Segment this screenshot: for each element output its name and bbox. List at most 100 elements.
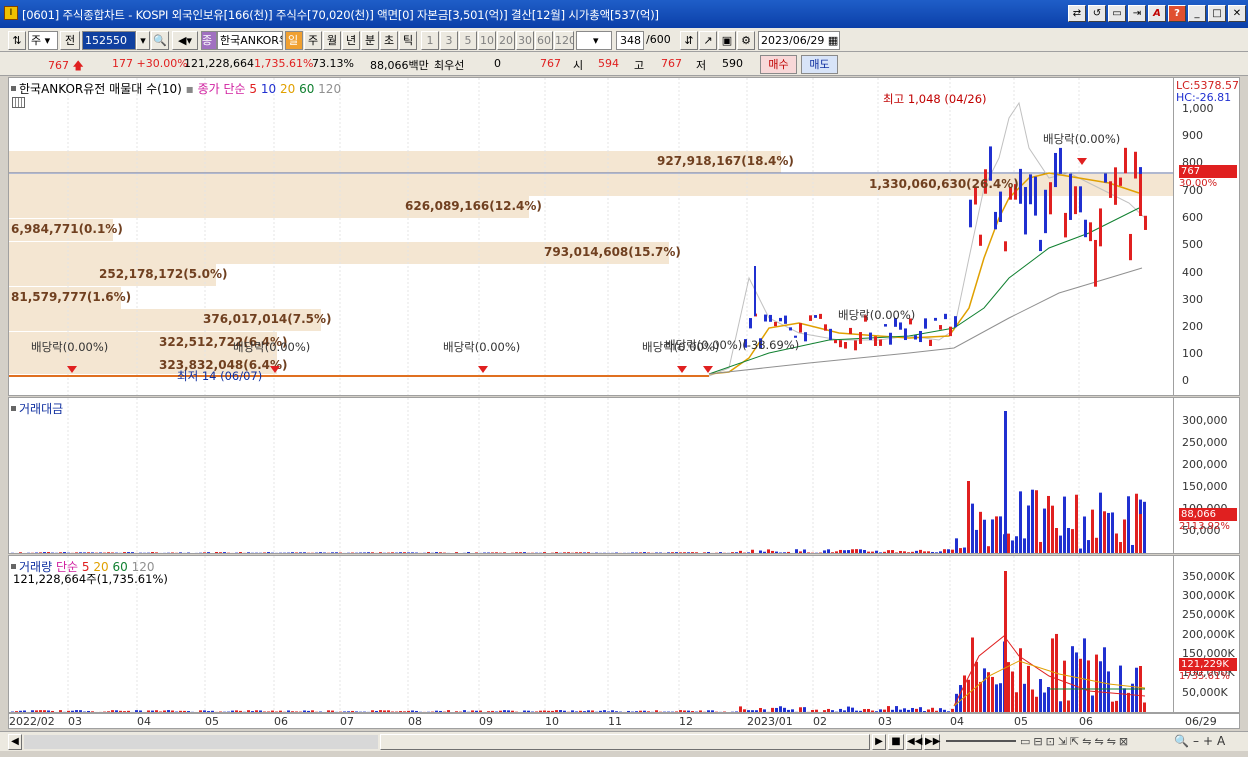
chart-tools-icons[interactable]: ▭⊟⊡⇲⇱⇋⇋⇋⊠ [1020,735,1131,748]
scroll-right-button[interactable]: ▶ [872,734,886,750]
volume-profile-label: 376,017,014(7.5%) [203,312,332,326]
period-tick-tab[interactable]: 틱 [399,31,417,50]
candle [819,313,822,319]
volume-bar [895,706,898,712]
amount-bar [575,552,578,553]
time-label: 02 [813,715,827,728]
bar-count-input[interactable]: 348 [616,31,644,50]
zoom-icons[interactable]: 🔍–+A [1174,734,1229,748]
stock-name-field[interactable]: 한국ANKOR유 [217,31,283,50]
scroll-track[interactable] [24,735,378,749]
amount-bar [67,552,70,553]
chart-menu-icon[interactable]: ⇅ [8,31,26,50]
amount-bar [587,552,590,553]
close-button[interactable]: ✕ [1228,5,1246,22]
amount-bar [83,552,86,553]
sell-button[interactable]: 매도 [801,55,838,74]
minimize-button[interactable]: _ [1188,5,1206,22]
interval-60[interactable]: 60 [535,31,553,50]
maximize-button[interactable]: □ [1208,5,1226,22]
refresh-button[interactable]: ↺ [1088,5,1106,22]
interval-120[interactable]: 120 [554,31,574,50]
amount-bar [583,552,586,553]
scroll-thumb[interactable] [380,734,870,750]
volume-ylabel: 350,000K [1182,570,1235,583]
volume-axis: 350,000K 300,000K 250,000K 200,000K 150,… [1174,555,1240,713]
amount-bar [1083,516,1086,553]
layout-button[interactable]: ▭ [1108,5,1126,22]
speaker-icon[interactable]: ◀▾ [172,31,198,50]
candle [1024,187,1027,235]
amount-panel[interactable]: 거래대금 [8,397,1174,554]
code-dropdown-icon[interactable]: ▾ [136,31,150,50]
period-month-tab[interactable]: 월 [323,31,341,50]
interval-20[interactable]: 20 [497,31,515,50]
amount-bar [39,552,42,553]
priority-label: 최우선 [434,59,465,72]
period-day-tab[interactable]: 일 [285,31,303,50]
volume-tag: 121,229K [1179,658,1237,671]
period-week-tab[interactable]: 주 [304,31,322,50]
period-minute-tab[interactable]: 분 [361,31,379,50]
amount-bar [451,552,454,553]
amount-bar [103,552,106,553]
scroll-left-button[interactable]: ◀ [8,734,22,750]
buy-button[interactable]: 매수 [760,55,797,74]
dock-button[interactable]: ⇥ [1128,5,1146,22]
amount-bar [275,552,278,553]
amount-bar [519,552,522,553]
amount-bar [115,552,118,553]
candle [1124,147,1127,174]
interval-custom-select[interactable]: ▾ [576,31,612,50]
save-icon[interactable]: ▣ [718,31,736,50]
amount-bar [1063,496,1066,553]
search-icon[interactable]: 🔍 [151,31,169,50]
interval-1[interactable]: 1 [421,31,439,50]
time-label: 05 [1014,715,1028,728]
amount-bar [515,552,518,553]
amount-bar [863,549,866,553]
interval-5[interactable]: 5 [459,31,477,50]
stop-button[interactable]: ■ [888,734,904,750]
amount-bar [75,552,78,553]
volume-profile-label: 252,178,172(5.0%) [99,267,228,281]
candle [999,191,1002,223]
help-button[interactable]: ? [1168,5,1186,22]
window-buttons: ⇄ ↺ ▭ ⇥ A ? _ □ ✕ [1068,5,1246,22]
volume-bar [1039,679,1042,712]
amount-bar [315,552,318,553]
settings-icon[interactable]: ⚙ [737,31,755,50]
draw-icon[interactable]: ↗ [699,31,717,50]
period-second-tab[interactable]: 초 [380,31,398,50]
amount-bar [151,552,154,553]
period-year-tab[interactable]: 년 [342,31,360,50]
interval-10[interactable]: 10 [478,31,496,50]
amount-bar [919,549,922,553]
stock-code-input[interactable]: 152550 [82,31,136,50]
amount-bar [767,549,770,553]
amount-bar [1004,411,1007,553]
price-panel[interactable]: 927,918,167(18.4%) 1,330,060,630(26.4%) … [8,77,1174,396]
volume-panel[interactable]: 거래량 단순 5 20 60 120 121,228,664주(1,735.61… [8,555,1174,713]
interval-3[interactable]: 3 [440,31,458,50]
compare-icon[interactable]: ⇵ [680,31,698,50]
amount-bar [183,552,186,553]
amount-bar [675,552,678,553]
forward-button[interactable]: ▶▶ [924,734,940,750]
date-input[interactable]: 2023/06/29 ▦ [758,31,840,50]
period-unit-select[interactable]: 주 ▾ [28,31,58,50]
amount-bar [179,552,182,553]
font-button[interactable]: A [1148,5,1166,22]
zoom-slider[interactable] [946,740,1016,742]
grid-toggle-icon[interactable] [12,97,25,108]
amount-chart [11,398,1146,553]
candle [954,316,957,328]
candle [749,318,752,329]
candle [789,327,792,331]
volume-profile-label: 927,918,167(18.4%) [657,154,794,168]
candle [804,332,807,342]
prev-button[interactable]: 전 [60,31,80,50]
rewind-button[interactable]: ◀◀ [906,734,922,750]
link-button[interactable]: ⇄ [1068,5,1086,22]
interval-30[interactable]: 30 [516,31,534,50]
